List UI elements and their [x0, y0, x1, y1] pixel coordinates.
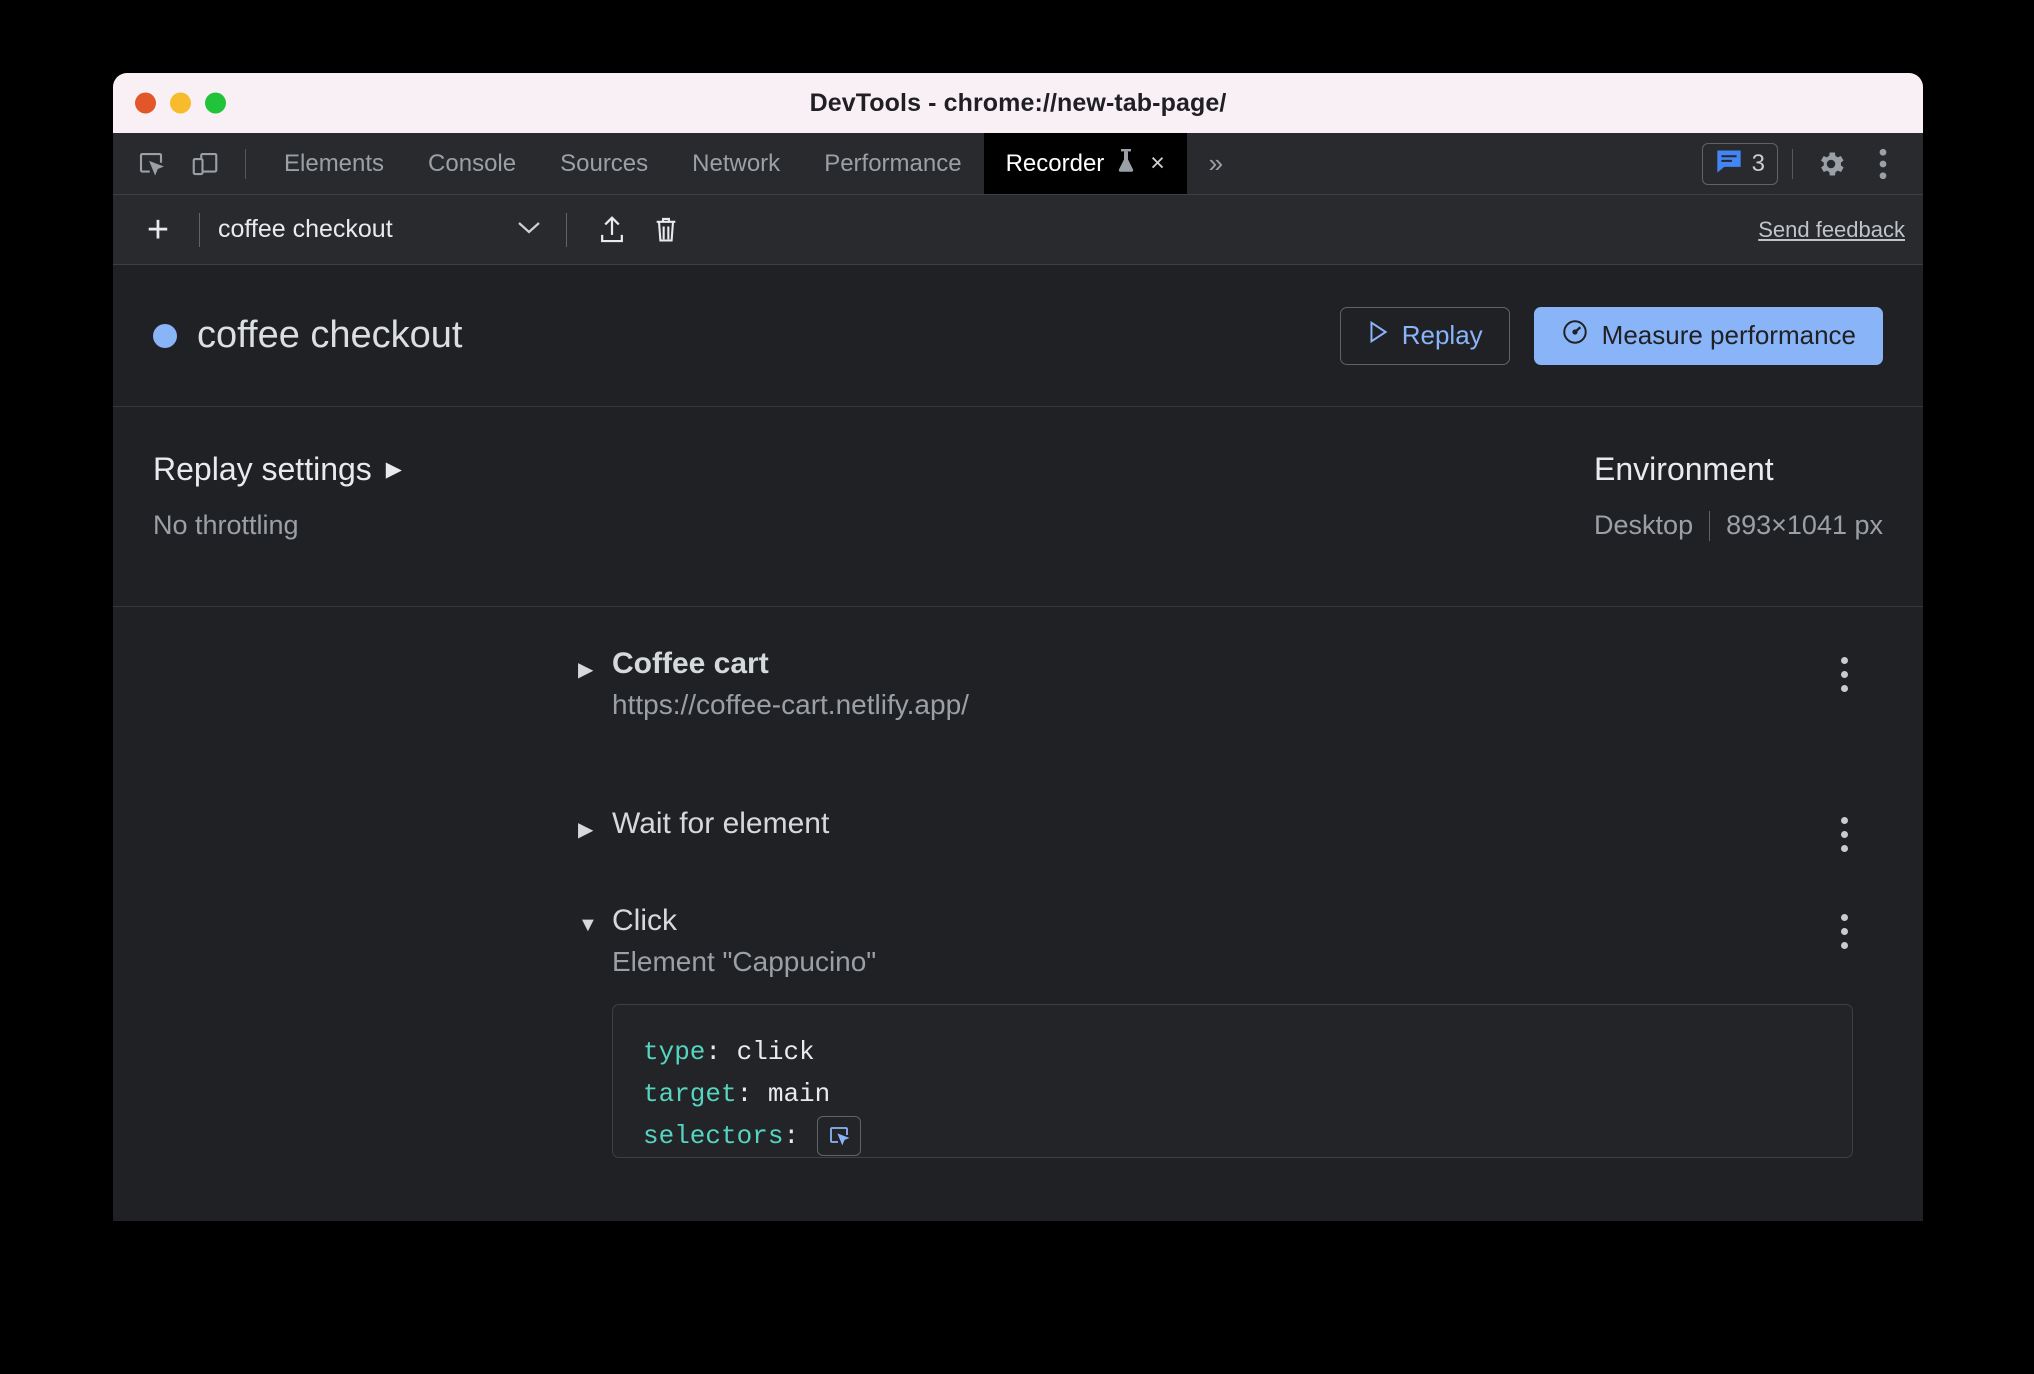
tab-label: Recorder	[1005, 149, 1105, 177]
environment-values: Desktop 893×1041 px	[1594, 510, 1883, 541]
add-recording-button[interactable]: +	[135, 211, 181, 249]
tab-label: Network	[692, 149, 781, 177]
send-feedback-link[interactable]: Send feedback	[1758, 217, 1905, 243]
page-title: coffee checkout	[197, 314, 463, 356]
devtools-tabbar: Elements Console Sources Network Perform…	[113, 133, 1923, 195]
more-tabs-icon[interactable]: »	[1187, 133, 1245, 194]
recorder-toolbar: + coffee checkout Send feedback	[113, 195, 1923, 265]
upload-icon[interactable]	[585, 207, 639, 253]
replay-button[interactable]: Replay	[1339, 306, 1510, 365]
issues-badge[interactable]: 3	[1701, 142, 1778, 185]
code-value: click	[736, 1037, 815, 1067]
chevron-down-icon	[516, 218, 548, 241]
gear-icon[interactable]	[1807, 140, 1855, 188]
panel-tabs: Elements Console Sources Network Perform…	[262, 133, 1245, 194]
tab-console[interactable]: Console	[406, 133, 538, 194]
code-line-selectors: selectors:	[643, 1115, 1822, 1157]
maximize-window-button[interactable]	[205, 92, 226, 114]
speedometer-icon	[1561, 318, 1589, 353]
tab-sources[interactable]: Sources	[538, 133, 670, 194]
window-titlebar: DevTools - chrome://new-tab-page/	[113, 73, 1923, 133]
close-window-button[interactable]	[135, 92, 156, 114]
step-title: Coffee cart	[612, 647, 769, 680]
issues-count: 3	[1751, 149, 1765, 177]
header-actions: Replay Measure performance	[1339, 306, 1883, 365]
step-details-code: type: click target: main selectors:	[612, 1004, 1853, 1159]
inspect-element-icon[interactable]	[127, 140, 175, 188]
code-key: target	[643, 1079, 737, 1110]
code-key: selectors	[643, 1121, 784, 1152]
play-triangle-icon	[1367, 320, 1389, 351]
step-menu-icon[interactable]	[1827, 657, 1861, 692]
step-wait-for-element[interactable]: ▶ Wait for element	[113, 807, 1923, 852]
toolbar-divider	[199, 212, 200, 247]
chevron-right-icon[interactable]: ▶	[578, 647, 596, 682]
tab-network[interactable]: Network	[670, 133, 802, 194]
tab-label: Elements	[284, 149, 385, 177]
kebab-menu-icon[interactable]	[1859, 140, 1907, 188]
flask-icon	[1114, 147, 1138, 180]
device-toolbar-icon[interactable]	[181, 140, 229, 188]
chevron-right-icon: ▶	[385, 458, 402, 481]
step-menu-icon[interactable]	[1827, 914, 1861, 949]
cursor-select-icon[interactable]	[817, 1116, 862, 1157]
step-menu-icon[interactable]	[1827, 817, 1861, 852]
step-title: Click	[612, 904, 677, 937]
close-icon[interactable]: ×	[1150, 149, 1165, 178]
code-line-target: target: main	[643, 1073, 1822, 1115]
step-element-description: Element "Cappucino"	[612, 946, 877, 977]
step-navigate[interactable]: ▶ Coffee cart https://coffee-cart.netlif…	[113, 647, 1923, 721]
toolbar-divider-2	[566, 212, 567, 247]
tab-performance[interactable]: Performance	[802, 133, 983, 194]
message-icon	[1715, 148, 1743, 179]
devtools-window: DevTools - chrome://new-tab-page/ Elemen…	[113, 73, 1923, 1221]
code-line-type: type: click	[643, 1031, 1822, 1073]
tab-recorder[interactable]: Recorder ×	[983, 133, 1187, 194]
code-value: main	[767, 1079, 831, 1110]
recording-selector[interactable]: coffee checkout	[218, 215, 548, 244]
environment-group: Environment Desktop 893×1041 px	[1594, 451, 1883, 606]
traffic-lights	[135, 92, 226, 114]
tabbar-left-icons	[113, 133, 262, 194]
throttling-value: No throttling	[153, 510, 299, 540]
replay-settings-section: Replay settings ▶ No throttling Environm…	[113, 407, 1923, 607]
measure-performance-label: Measure performance	[1601, 320, 1856, 350]
environment-divider	[1709, 510, 1711, 541]
trash-icon[interactable]	[639, 207, 693, 253]
step-click[interactable]: ▼ Click Element "Cappucino" type: click …	[113, 904, 1923, 1159]
chevron-right-icon[interactable]: ▶	[578, 807, 596, 842]
tab-elements[interactable]: Elements	[262, 133, 406, 194]
code-key: type	[643, 1037, 706, 1067]
step-url: https://coffee-cart.netlify.app/	[612, 689, 969, 720]
environment-label: Environment	[1594, 451, 1774, 487]
tabbar-divider	[245, 148, 246, 179]
recording-header: coffee checkout Replay Measure performan…	[113, 265, 1923, 407]
steps-list: NETLIFY ▶ Coffee cart https://coffee-car…	[113, 607, 1923, 1221]
replay-settings-group: Replay settings ▶ No throttling	[153, 451, 402, 606]
minimize-window-button[interactable]	[170, 92, 191, 114]
environment-device: Desktop	[1594, 510, 1694, 540]
tab-label: Console	[428, 149, 517, 177]
recording-selector-label: coffee checkout	[218, 215, 393, 243]
environment-viewport: 893×1041 px	[1726, 510, 1883, 540]
window-title: DevTools - chrome://new-tab-page/	[809, 88, 1227, 117]
measure-performance-button[interactable]: Measure performance	[1533, 306, 1883, 365]
recording-status-dot	[153, 323, 177, 348]
step-title: Wait for element	[612, 807, 830, 840]
tab-label: Sources	[560, 149, 649, 177]
replay-settings-toggle[interactable]: Replay settings ▶	[153, 451, 402, 488]
replay-settings-label: Replay settings	[153, 451, 372, 487]
tabbar-right-icons: 3	[1701, 133, 1923, 194]
tab-label: Performance	[824, 149, 962, 177]
tabbar-right-divider	[1792, 148, 1793, 179]
replay-button-label: Replay	[1401, 320, 1483, 350]
chevron-down-icon[interactable]: ▼	[578, 904, 598, 937]
